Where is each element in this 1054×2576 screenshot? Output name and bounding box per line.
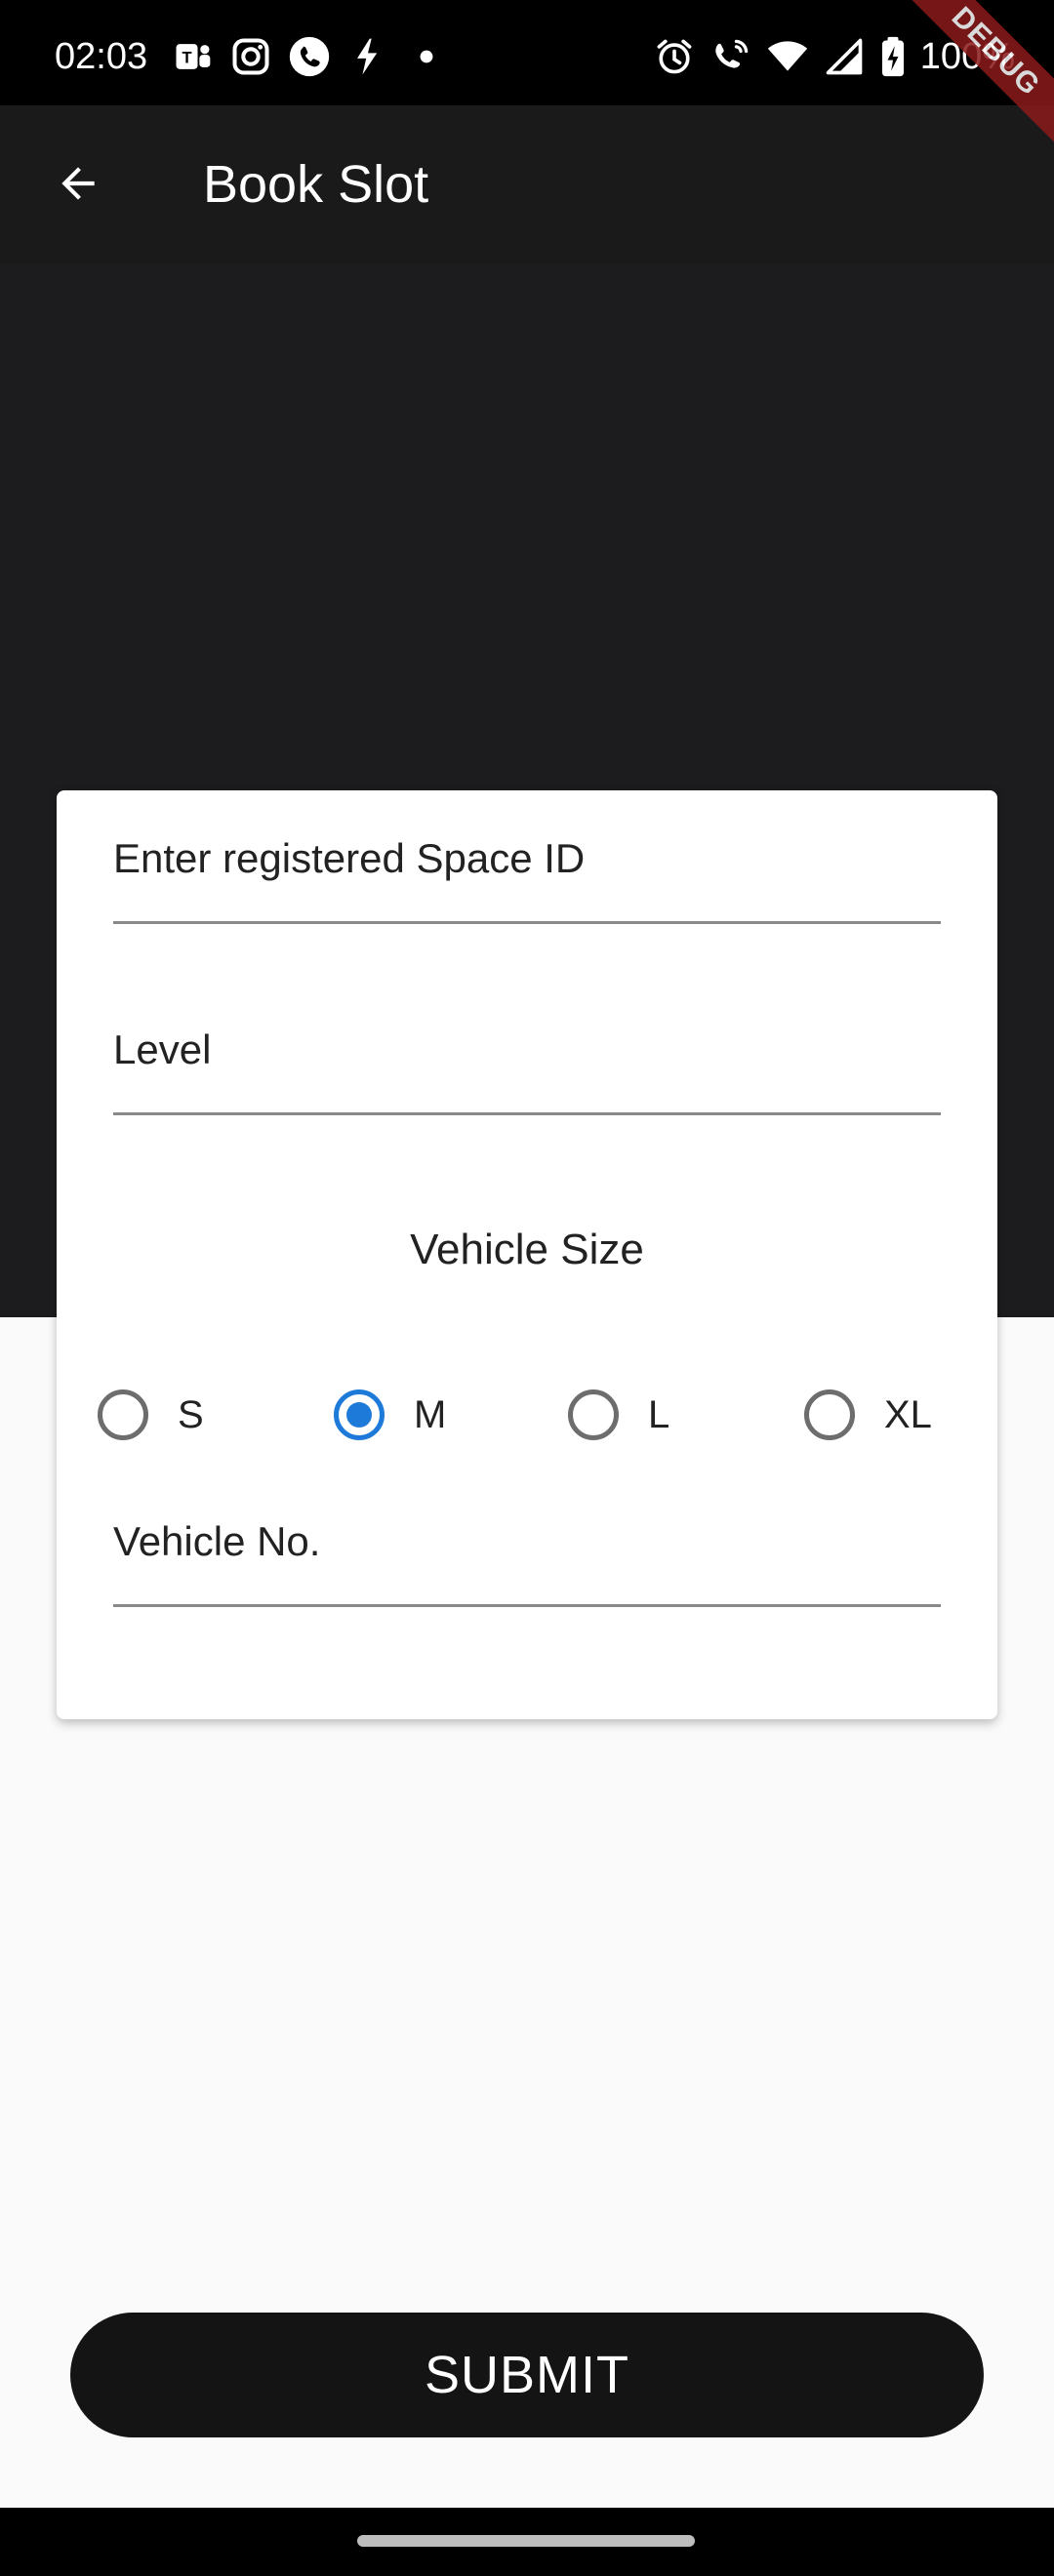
radio-button[interactable] xyxy=(568,1389,619,1440)
radio-button-selected[interactable] xyxy=(334,1389,385,1440)
status-time: 02:03 xyxy=(55,35,148,77)
level-label: Level xyxy=(113,1026,212,1072)
radio-size-xl[interactable]: XL xyxy=(804,1376,932,1454)
gesture-handle[interactable] xyxy=(357,2535,695,2547)
navigation-bar xyxy=(0,2508,1054,2576)
radio-size-s[interactable]: S xyxy=(98,1376,204,1454)
back-button[interactable] xyxy=(39,144,117,222)
submit-button[interactable]: SUBMIT xyxy=(70,2313,984,2437)
space-id-field[interactable]: Enter registered Space ID xyxy=(113,790,941,924)
wifi-calling-icon xyxy=(709,35,752,78)
vehicle-no-field[interactable]: Vehicle No. xyxy=(113,1473,941,1607)
space-id-label: Enter registered Space ID xyxy=(113,835,586,881)
radio-button[interactable] xyxy=(98,1389,148,1440)
battery-charging-icon xyxy=(879,35,907,78)
phone-call-icon xyxy=(288,35,331,78)
dot-icon xyxy=(405,35,448,78)
page-title: Book Slot xyxy=(203,155,429,214)
radio-label-xl: XL xyxy=(884,1392,932,1436)
wifi-icon xyxy=(766,35,809,78)
vehicle-size-radio-group: S M L XL xyxy=(57,1376,997,1454)
level-field[interactable]: Level xyxy=(113,982,941,1115)
radio-size-m[interactable]: M xyxy=(334,1376,446,1454)
instagram-icon xyxy=(229,35,272,78)
radio-dot xyxy=(346,1402,372,1428)
notification-icon xyxy=(346,35,389,78)
alarm-icon xyxy=(653,35,696,78)
status-bar: 02:03 T xyxy=(0,0,1054,105)
svg-text:T: T xyxy=(182,49,192,66)
radio-label-m: M xyxy=(414,1392,447,1436)
vehicle-size-label: Vehicle Size xyxy=(410,1226,644,1273)
radio-size-l[interactable]: L xyxy=(568,1376,669,1454)
book-slot-screen: 02:03 T DEBUG Book Slot Enter registered… xyxy=(0,0,1054,2576)
vehicle-no-label: Vehicle No. xyxy=(113,1518,321,1564)
booking-form-card: Enter registered Space ID Level Vehicle … xyxy=(57,790,997,1719)
radio-button[interactable] xyxy=(804,1389,855,1440)
app-bar: Book Slot xyxy=(0,105,1054,263)
arrow-back-icon xyxy=(61,167,95,200)
teams-icon: T xyxy=(171,35,214,78)
radio-label-l: L xyxy=(648,1392,670,1436)
signal-icon xyxy=(823,35,866,78)
radio-label-s: S xyxy=(178,1392,204,1436)
